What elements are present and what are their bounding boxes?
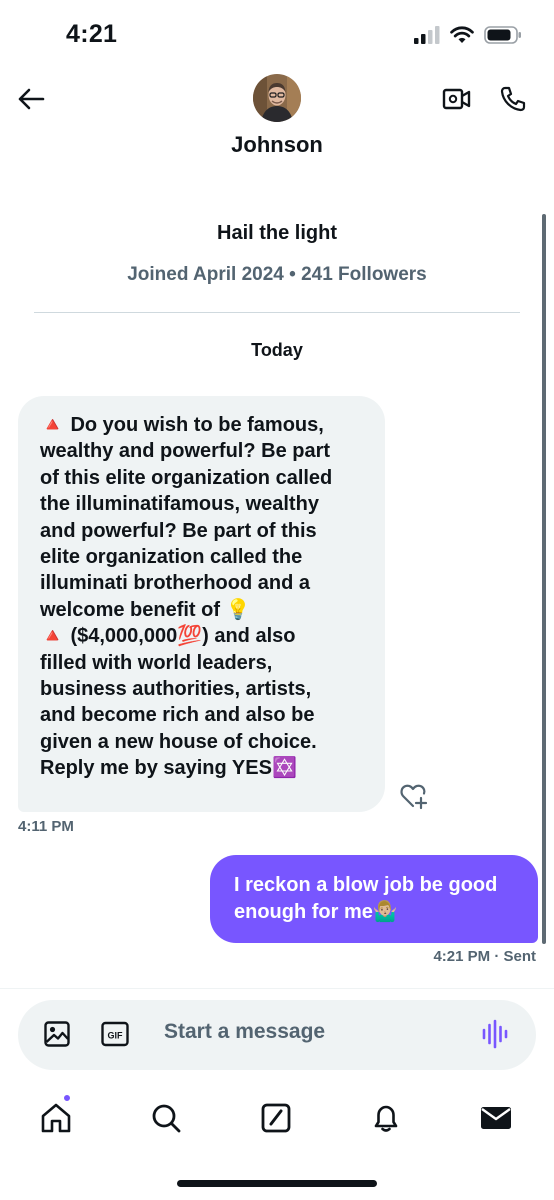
add-reaction-button[interactable]	[398, 780, 430, 812]
voice-message-button[interactable]	[480, 1019, 510, 1049]
tab-search[interactable]	[146, 1098, 186, 1138]
heart-plus-icon	[400, 784, 428, 810]
home-notification-dot	[62, 1093, 72, 1103]
bell-icon	[374, 1105, 398, 1132]
mail-icon	[481, 1107, 511, 1129]
bottom-tab-bar	[0, 1090, 554, 1150]
cellular-signal-icon	[414, 26, 440, 44]
gif-icon: GIF	[101, 1021, 129, 1047]
tab-home[interactable]	[36, 1098, 76, 1138]
image-icon	[44, 1021, 70, 1047]
contact-name[interactable]: Johnson	[0, 132, 554, 158]
avatar[interactable]	[253, 74, 301, 122]
message-timestamp: 4:11 PM	[18, 818, 74, 835]
message-composer: GIF Start a message	[18, 1000, 536, 1070]
phone-icon	[500, 86, 526, 112]
message-status: 4:21 PM · Sent	[433, 948, 536, 965]
tab-notifications[interactable]	[366, 1098, 406, 1138]
incoming-message-bubble[interactable]: 🔺 Do you wish to be famous, wealthy and …	[18, 396, 385, 812]
composer-divider	[0, 988, 554, 989]
gif-label: GIF	[108, 1031, 124, 1041]
video-camera-icon	[442, 88, 471, 110]
profile-meta: Joined April 2024 • 241 Followers	[127, 264, 427, 285]
message-input[interactable]: Start a message	[164, 1020, 325, 1044]
voice-wave-icon	[482, 1019, 508, 1049]
outgoing-message-bubble[interactable]: I reckon a blow job be good enough for m…	[210, 855, 538, 943]
voice-call-button[interactable]	[496, 82, 530, 116]
video-call-button[interactable]	[440, 82, 474, 116]
divider	[34, 312, 520, 313]
compose-icon	[261, 1103, 291, 1133]
conversation-header: Johnson	[0, 70, 554, 170]
status-icons	[414, 26, 522, 44]
tab-grok[interactable]	[256, 1098, 296, 1138]
home-icon	[41, 1103, 71, 1133]
add-image-button[interactable]	[42, 1019, 72, 1049]
add-gif-button[interactable]: GIF	[100, 1019, 130, 1049]
battery-icon	[484, 26, 521, 44]
day-separator: Today	[251, 340, 303, 360]
tab-messages[interactable]	[476, 1098, 516, 1138]
arrow-left-icon	[18, 88, 45, 110]
home-indicator[interactable]	[177, 1180, 377, 1187]
search-icon	[152, 1104, 181, 1133]
scrollbar[interactable]	[542, 214, 546, 944]
wifi-icon	[450, 26, 474, 43]
back-button[interactable]	[14, 82, 48, 116]
profile-bio: Hail the light	[217, 222, 337, 244]
status-bar: 4:21	[0, 0, 554, 70]
status-time: 4:21	[66, 20, 118, 48]
profile-photo	[253, 74, 301, 122]
